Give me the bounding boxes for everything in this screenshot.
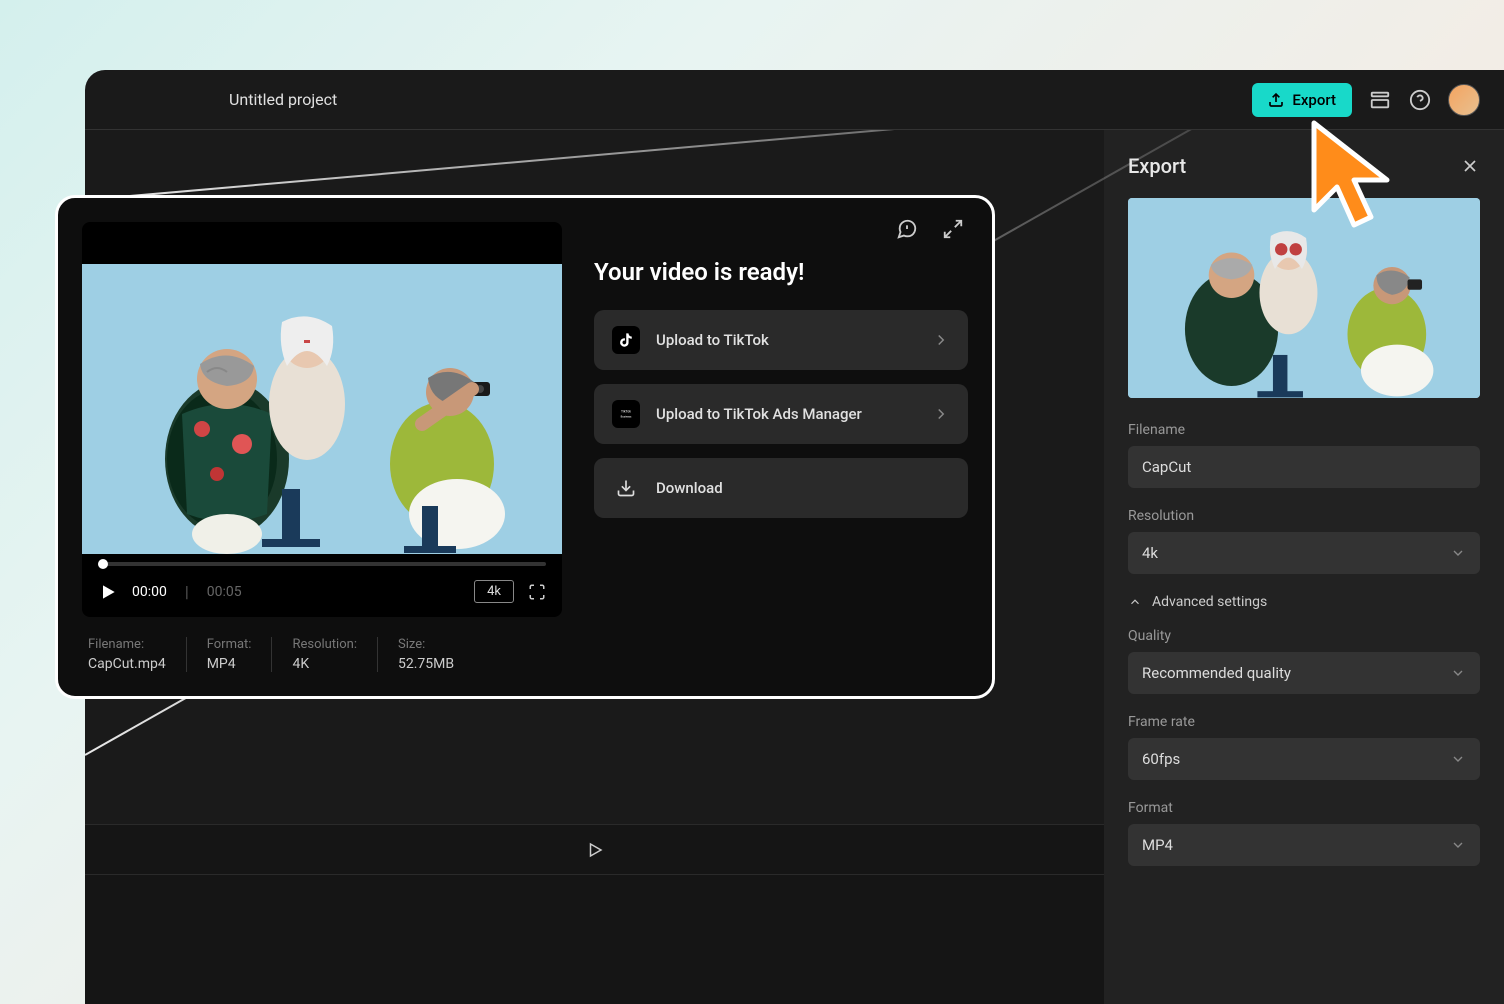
meta-size-label: Size: — [398, 637, 454, 652]
chevron-right-icon — [932, 405, 950, 423]
meta-format-label: Format: — [207, 637, 252, 652]
advanced-settings-toggle[interactable]: Advanced settings — [1128, 594, 1480, 610]
upload-tiktok-label: Upload to TikTok — [656, 331, 916, 349]
framerate-select[interactable]: 60fps — [1128, 738, 1480, 780]
feedback-icon[interactable] — [896, 218, 918, 240]
meta-resolution-value: 4K — [292, 656, 357, 672]
dashboard-icon[interactable] — [1368, 88, 1392, 112]
meta-filename-value: CapCut.mp4 — [88, 656, 166, 672]
export-panel: Export — [1104, 130, 1504, 1004]
quality-select[interactable]: Recommended quality — [1128, 652, 1480, 694]
timeline-play-icon[interactable] — [586, 841, 604, 859]
video-player: 00:00 | 00:05 4k — [82, 222, 562, 617]
filename-label: Filename — [1128, 422, 1480, 438]
timeline — [85, 824, 1104, 1004]
video-preview[interactable] — [82, 264, 562, 554]
export-button[interactable]: Export — [1252, 83, 1352, 117]
meta-resolution-label: Resolution: — [292, 637, 357, 652]
app-header: Untitled project Export — [85, 70, 1504, 130]
format-label: Format — [1128, 800, 1480, 816]
upload-tiktok-ads-button[interactable]: TikTokBusiness Upload to TikTok Ads Mana… — [594, 384, 968, 444]
upload-icon — [1268, 92, 1284, 108]
export-button-label: Export — [1292, 91, 1336, 109]
file-metadata: Filename: CapCut.mp4 Format: MP4 Resolut… — [82, 637, 562, 672]
video-progress-bar[interactable] — [98, 562, 546, 566]
chevron-right-icon — [932, 331, 950, 349]
tiktok-icon — [612, 326, 640, 354]
play-icon[interactable] — [98, 582, 118, 602]
chevron-up-icon — [1128, 595, 1142, 609]
export-panel-title: Export — [1128, 154, 1186, 178]
export-complete-modal: 00:00 | 00:05 4k Filename: CapCut.mp4 Fo — [55, 195, 995, 699]
resolution-label: Resolution — [1128, 508, 1480, 524]
svg-text:TikTok: TikTok — [621, 410, 631, 414]
meta-filename-label: Filename: — [88, 637, 166, 652]
time-duration: 00:05 — [207, 584, 242, 600]
chevron-down-icon — [1450, 665, 1466, 681]
quality-label: Quality — [1128, 628, 1480, 644]
chevron-down-icon — [1450, 751, 1466, 767]
fullscreen-icon[interactable] — [528, 583, 546, 601]
export-preview-thumbnail — [1128, 198, 1480, 398]
expand-icon[interactable] — [942, 218, 964, 240]
chevron-down-icon — [1450, 837, 1466, 853]
meta-size-value: 52.75MB — [398, 656, 454, 672]
upload-tiktok-button[interactable]: Upload to TikTok — [594, 310, 968, 370]
download-button[interactable]: Download — [594, 458, 968, 518]
download-icon — [612, 474, 640, 502]
framerate-label: Frame rate — [1128, 714, 1480, 730]
ready-title: Your video is ready! — [594, 258, 968, 286]
meta-format-value: MP4 — [207, 656, 252, 672]
tiktok-ads-icon: TikTokBusiness — [612, 400, 640, 428]
user-avatar[interactable] — [1448, 84, 1480, 116]
filename-input[interactable] — [1128, 446, 1480, 488]
svg-text:Business: Business — [621, 414, 632, 418]
help-icon[interactable] — [1408, 88, 1432, 112]
project-title: Untitled project — [229, 90, 337, 109]
download-label: Download — [656, 479, 950, 497]
close-icon[interactable] — [1460, 156, 1480, 176]
chevron-down-icon — [1450, 545, 1466, 561]
resolution-select[interactable]: 4k — [1128, 532, 1480, 574]
upload-tiktok-ads-label: Upload to TikTok Ads Manager — [656, 405, 916, 423]
quality-badge: 4k — [474, 580, 514, 603]
format-select[interactable]: MP4 — [1128, 824, 1480, 866]
time-current: 00:00 — [132, 584, 167, 600]
